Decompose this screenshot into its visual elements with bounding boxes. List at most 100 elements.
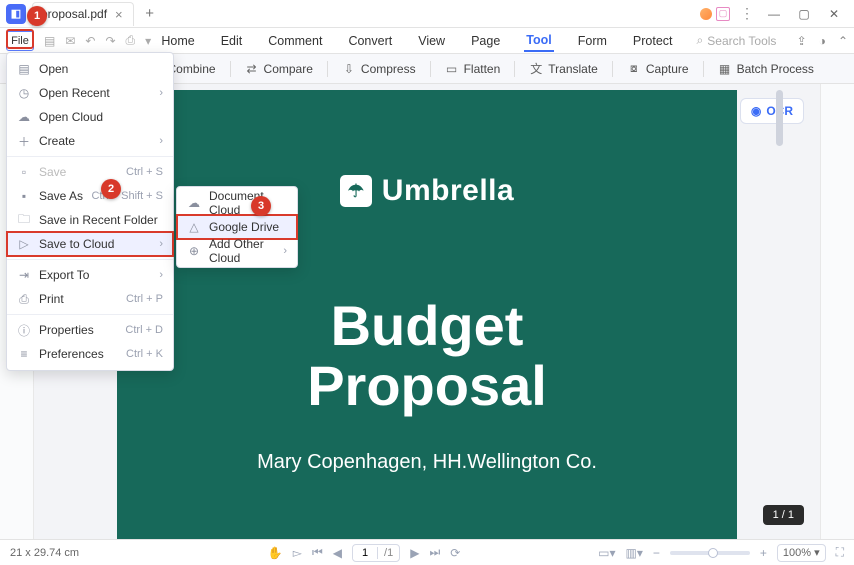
app-notify-icon[interactable]: ▢: [716, 7, 730, 21]
file-open-cloud[interactable]: ☁Open Cloud: [7, 105, 173, 129]
maximize-button[interactable]: ▢: [790, 4, 818, 24]
compress-icon: ⇩: [342, 62, 356, 76]
menu-comment[interactable]: Comment: [266, 31, 324, 51]
status-bar: 21 x 29.74 cm ✋ ▻ ⏮ ◀ /1 ▶ ⏭ ⟳ ▭▾ ▥▾ − +…: [0, 539, 854, 565]
zoom-out-button[interactable]: −: [653, 546, 660, 560]
doc-title: Budget Proposal: [117, 296, 737, 417]
translate-icon: 文: [529, 62, 543, 76]
hand-tool-icon[interactable]: ✋: [268, 546, 283, 560]
file-save-to-cloud[interactable]: ▷Save to Cloud›: [7, 232, 173, 256]
search-icon: ⌕: [697, 33, 704, 48]
page-number-box[interactable]: /1: [352, 544, 400, 562]
google-drive-icon: △: [187, 220, 201, 234]
file-print[interactable]: ⎙PrintCtrl + P: [7, 287, 173, 311]
cloud-document-cloud[interactable]: ☁Document Cloud: [177, 191, 297, 215]
print-icon[interactable]: ⎙: [126, 33, 136, 48]
export-icon: ⇥: [17, 268, 31, 282]
zoom-slider[interactable]: [670, 551, 750, 555]
tab-strip: ◧ proposal.pdf × + ▢ ⋮ — ▢ ✕: [0, 0, 854, 28]
plus-icon: ＋: [17, 133, 31, 150]
zoom-level-box[interactable]: 100%▾: [777, 544, 826, 562]
menu-convert[interactable]: Convert: [346, 31, 394, 51]
save-to-cloud-submenu: ☁Document Cloud △Google Drive ⊕Add Other…: [176, 186, 298, 268]
vertical-scrollbar[interactable]: [772, 84, 786, 539]
menu-edit[interactable]: Edit: [219, 31, 245, 51]
menu-right-icons: ⇪ ◑ ⌃: [797, 34, 848, 48]
prev-page-button[interactable]: ◀: [333, 546, 342, 560]
preferences-icon: ≡: [17, 347, 31, 361]
doc-subtitle: Mary Copenhagen, HH.Wellington Co.: [117, 451, 737, 474]
cloud-add-other[interactable]: ⊕Add Other Cloud›: [177, 239, 297, 263]
view-mode-icon[interactable]: ▥▾: [626, 546, 643, 560]
zoom-slider-thumb[interactable]: [708, 548, 718, 558]
zoom-in-button[interactable]: +: [760, 546, 767, 560]
menu-home[interactable]: Home: [159, 31, 196, 51]
select-tool-icon[interactable]: ▻: [293, 546, 302, 560]
help-icon[interactable]: ◑: [819, 34, 826, 48]
recent-icon: ◷: [17, 86, 31, 100]
tool-compress[interactable]: ⇩Compress: [342, 62, 416, 76]
main-menu: Home Edit Comment Convert View Page Tool…: [151, 30, 784, 52]
menu-view[interactable]: View: [416, 31, 447, 51]
close-window-button[interactable]: ✕: [820, 4, 848, 24]
tool-capture[interactable]: ⧇Capture: [627, 62, 689, 76]
scroll-thumb[interactable]: [776, 90, 783, 146]
file-properties[interactable]: ⓘPropertiesCtrl + D: [7, 318, 173, 342]
more-menu-icon[interactable]: ⋮: [740, 5, 754, 22]
share-icon[interactable]: ⇪: [797, 34, 807, 48]
menu-bar: File ▤ ✉ ↶ ↷ ⎙ ▾ Home Edit Comment Conve…: [0, 28, 854, 54]
redo-icon[interactable]: ↷: [105, 34, 115, 48]
close-tab-icon[interactable]: ×: [115, 7, 123, 22]
page-number-input[interactable]: [353, 547, 377, 559]
open-icon: ▤: [17, 62, 31, 76]
file-dropdown: ▤Open ◷Open Recent› ☁Open Cloud ＋Create›…: [6, 52, 174, 371]
right-sidebar[interactable]: [820, 84, 854, 539]
file-open-recent[interactable]: ◷Open Recent›: [7, 81, 173, 105]
file-create[interactable]: ＋Create›: [7, 129, 173, 153]
tool-compare[interactable]: ⇄Compare: [245, 62, 313, 76]
file-export-to[interactable]: ⇥Export To›: [7, 263, 173, 287]
pdf-page: ☂ Umbrella Budget Proposal Mary Copenhag…: [117, 90, 737, 539]
file-open[interactable]: ▤Open: [7, 57, 173, 81]
chevron-right-icon: ›: [159, 269, 163, 281]
new-tab-button[interactable]: +: [140, 4, 160, 24]
chevron-down-icon: ▾: [814, 546, 820, 559]
mail-icon[interactable]: ✉: [65, 34, 75, 48]
next-page-button[interactable]: ▶: [410, 546, 419, 560]
cloud-google-drive[interactable]: △Google Drive: [177, 215, 297, 239]
fullscreen-icon[interactable]: ⛶: [836, 545, 844, 560]
compare-icon: ⇄: [245, 62, 259, 76]
brand-name: Umbrella: [382, 174, 514, 208]
save-icon[interactable]: ▤: [44, 34, 55, 48]
last-page-button[interactable]: ⏭: [429, 545, 440, 560]
fit-page-icon[interactable]: ▭▾: [598, 546, 615, 560]
page-nav: ✋ ▻ ⏮ ◀ /1 ▶ ⏭ ⟳: [130, 544, 598, 562]
document-tab[interactable]: proposal.pdf ×: [32, 2, 134, 26]
quick-access-toolbar: ▤ ✉ ↶ ↷ ⎙ ▾: [44, 33, 151, 48]
menu-protect[interactable]: Protect: [631, 31, 675, 51]
rotate-icon[interactable]: ⟳: [450, 546, 460, 560]
file-save-recent-folder[interactable]: 🗀Save in Recent Folder: [7, 208, 173, 232]
undo-icon[interactable]: ↶: [85, 34, 95, 48]
tool-translate[interactable]: 文Translate: [529, 62, 598, 76]
file-preferences[interactable]: ≡PreferencesCtrl + K: [7, 342, 173, 366]
view-controls: ▭▾ ▥▾ − + 100%▾ ⛶: [598, 544, 844, 562]
first-page-button[interactable]: ⏮: [312, 545, 323, 560]
chevron-right-icon: ›: [159, 87, 163, 99]
cloud-icon: ☁: [17, 110, 31, 124]
collapse-ribbon-icon[interactable]: ⌃: [838, 34, 848, 48]
menu-tool[interactable]: Tool: [524, 30, 553, 52]
tool-batch-process[interactable]: ▦Batch Process: [718, 62, 814, 76]
chevron-right-icon: ›: [283, 245, 287, 257]
menu-page[interactable]: Page: [469, 31, 502, 51]
callout-3: 3: [251, 196, 271, 216]
search-tools[interactable]: ⌕ Search Tools: [697, 33, 777, 48]
file-menu-button[interactable]: File: [6, 31, 34, 51]
menu-form[interactable]: Form: [576, 31, 609, 51]
tab-title: proposal.pdf: [41, 7, 107, 21]
cloud-up-icon: ▷: [17, 237, 31, 251]
minimize-button[interactable]: —: [760, 4, 788, 24]
tool-flatten[interactable]: ▭Flatten: [445, 62, 501, 76]
file-save-as[interactable]: ▪Save AsCtrl + Shift + S: [7, 184, 173, 208]
account-avatar-icon[interactable]: [700, 8, 712, 20]
